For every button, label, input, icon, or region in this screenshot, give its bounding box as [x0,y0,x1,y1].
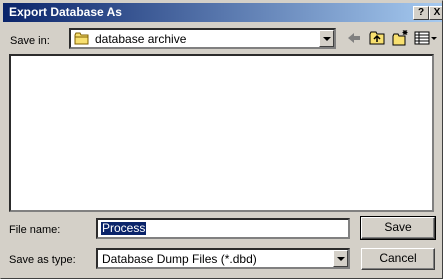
file-list[interactable] [9,54,434,212]
save-as-type-dropdown[interactable]: Database Dump Files (*.dbd) [96,248,350,269]
title-bar[interactable]: Export Database As ? X [3,3,442,22]
window-title: Export Database As [9,5,122,19]
save-as-type-value: Database Dump Files (*.dbd) [102,252,257,266]
help-button[interactable]: ? [413,6,429,20]
save-in-label: Save in: [10,35,50,47]
file-name-label: File name: [9,224,61,236]
chevron-down-icon[interactable] [319,30,334,47]
save-in-value: database archive [95,32,187,46]
save-button[interactable]: Save [360,216,436,240]
close-button[interactable]: X [429,6,442,20]
view-menu-icon[interactable] [414,29,438,47]
new-folder-icon[interactable] [391,29,409,47]
file-name-value: Process [101,221,147,235]
export-dialog: Export Database As ? X Save in: database… [0,0,443,279]
file-name-input[interactable]: Process [96,218,350,239]
cancel-button[interactable]: Cancel [361,248,435,270]
up-folder-icon[interactable] [368,29,386,47]
save-as-type-label: Save as type: [9,254,76,266]
back-arrow-icon[interactable] [345,29,363,47]
folder-icon [74,32,89,45]
save-in-dropdown[interactable]: database archive [69,28,336,49]
chevron-down-icon[interactable] [333,250,348,267]
